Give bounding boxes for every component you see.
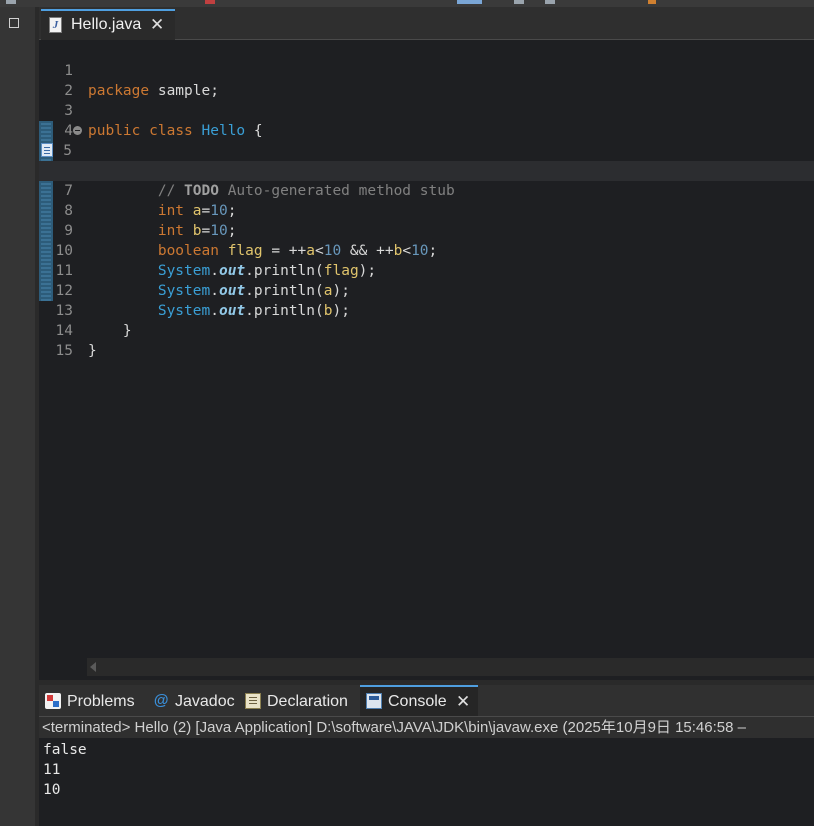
code-line-current: 7 int a=10; xyxy=(39,161,814,219)
toolbar-icon[interactable] xyxy=(6,0,16,4)
code-line: 3 public class Hello { xyxy=(39,81,814,139)
toolbar-icon[interactable] xyxy=(514,0,524,4)
console-line: 10 xyxy=(43,782,61,798)
eclipse-window: J Hello.java ✕ 1 package sample; 2 3 pub… xyxy=(0,0,814,826)
horizontal-scrollbar[interactable] xyxy=(87,658,814,676)
panel-tab-bar: Problems @ Javadoc Declaration Console ✕ xyxy=(39,685,814,717)
code-line: 11 System.out.println(a); xyxy=(39,241,814,299)
tab-label: Javadoc xyxy=(175,693,235,710)
code-line: 4 xyxy=(39,101,814,139)
code-line: 10 System.out.println(flag); xyxy=(39,221,814,279)
code-line: 9 boolean flag = ++a<10 && ++b<10; xyxy=(39,201,814,259)
code-line: 6 // TODO Auto-generated method stub xyxy=(39,141,814,199)
close-icon[interactable]: ✕ xyxy=(456,687,470,717)
code-line: 13 } xyxy=(39,281,814,339)
code-line: 5 public static void main(String[] args)… xyxy=(39,121,814,179)
console-line: false xyxy=(43,742,87,758)
console-output[interactable]: false 11 10 xyxy=(39,738,814,826)
code-line: 14 } xyxy=(39,301,814,359)
tab-declaration[interactable]: Declaration xyxy=(245,685,355,716)
tab-label: Problems xyxy=(67,693,135,710)
tab-label: Declaration xyxy=(267,693,348,710)
editor-tab-bar: J Hello.java ✕ xyxy=(39,7,814,40)
scroll-left-icon[interactable] xyxy=(90,662,96,672)
restore-icon[interactable] xyxy=(9,18,19,28)
console-icon xyxy=(366,693,382,709)
tab-label: Console xyxy=(388,693,447,710)
toolbar-icon[interactable] xyxy=(648,0,656,4)
code-line: 8 int b=10; xyxy=(39,181,814,239)
console-process-label: <terminated> Hello (2) [Java Application… xyxy=(39,717,814,738)
toolbar-icon[interactable] xyxy=(457,0,482,4)
declaration-icon xyxy=(245,693,261,709)
left-side-rail xyxy=(0,7,35,826)
problems-icon xyxy=(45,693,61,709)
code-line: 12 System.out.println(b); xyxy=(39,261,814,319)
tab-hello-java[interactable]: J Hello.java ✕ xyxy=(41,9,175,40)
toolbar-icon[interactable] xyxy=(205,0,215,4)
java-file-icon: J xyxy=(49,17,62,33)
code-line: 15 xyxy=(39,321,814,359)
tab-problems[interactable]: Problems xyxy=(45,685,145,716)
toolbar-strip xyxy=(0,0,814,7)
tab-label: Hello.java xyxy=(71,16,142,33)
console-line: 11 xyxy=(43,762,61,778)
close-icon[interactable]: ✕ xyxy=(150,15,164,35)
toolbar-icon[interactable] xyxy=(545,0,555,4)
tab-javadoc[interactable]: @ Javadoc xyxy=(153,685,237,716)
code-line: 1 package sample; xyxy=(39,41,814,99)
tab-console[interactable]: Console ✕ xyxy=(360,685,478,716)
line-number: 15 xyxy=(55,343,73,359)
code-line: 2 xyxy=(39,61,814,99)
code-editor[interactable]: 1 package sample; 2 3 public class Hello… xyxy=(39,40,814,680)
javadoc-icon: @ xyxy=(153,692,169,709)
